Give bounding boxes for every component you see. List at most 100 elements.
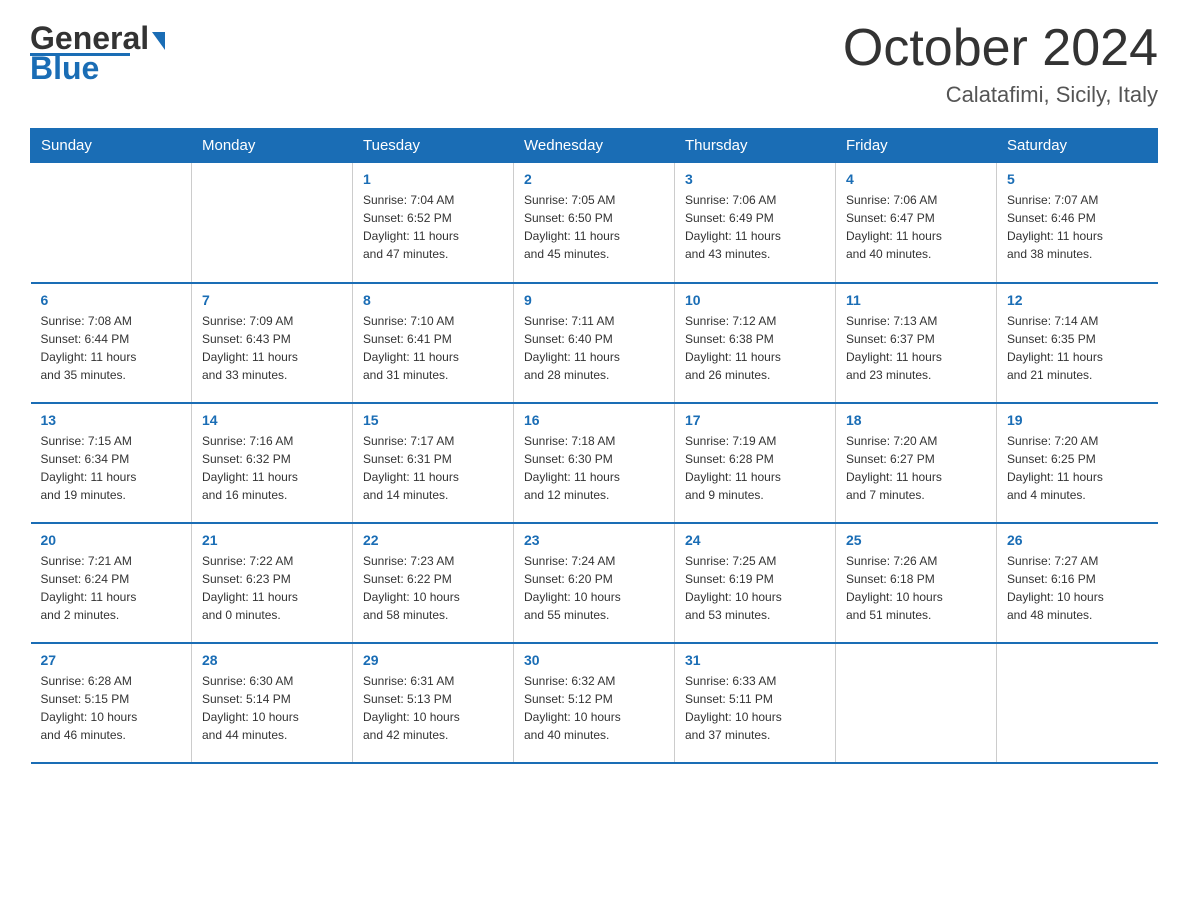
calendar-cell: 22 Sunrise: 7:23 AM Sunset: 6:22 PM Dayli… [353, 523, 514, 643]
day-info: Sunrise: 7:12 AM Sunset: 6:38 PM Dayligh… [685, 312, 825, 384]
day-info: Sunrise: 7:08 AM Sunset: 6:44 PM Dayligh… [41, 312, 182, 384]
calendar-cell: 23Sunrise: 7:24 AM Sunset: 6:20 PM Dayli… [514, 523, 675, 643]
calendar-cell: 27 Sunrise: 6:28 AM Sunset: 5:15 PM Dayli… [31, 643, 192, 763]
day-info: Sunrise: 7:23 AM Sunset: 6:22 PM Dayligh… [363, 552, 503, 624]
day-info: Sunrise: 7:16 AM Sunset: 6:32 PM Dayligh… [202, 432, 342, 504]
calendar-cell: 10 Sunrise: 7:12 AM Sunset: 6:38 PM Dayli… [675, 283, 836, 403]
calendar-cell: 9 Sunrise: 7:11 AM Sunset: 6:40 PM Daylig… [514, 283, 675, 403]
day-number: 30 [524, 652, 664, 668]
calendar-cell [997, 643, 1158, 763]
day-number: 3 [685, 171, 825, 187]
day-number: 1 [363, 171, 503, 187]
day-info: Sunrise: 7:04 AM Sunset: 6:52 PM Dayligh… [363, 191, 503, 263]
day-info: Sunrise: 7:11 AM Sunset: 6:40 PM Dayligh… [524, 312, 664, 384]
day-info: Sunrise: 7:15 AM Sunset: 6:34 PM Dayligh… [41, 432, 182, 504]
calendar-cell [192, 163, 353, 283]
calendar-cell: 11 Sunrise: 7:13 AM Sunset: 6:37 PM Dayli… [836, 283, 997, 403]
day-number: 10 [685, 292, 825, 308]
day-info: Sunrise: 7:14 AM Sunset: 6:35 PM Dayligh… [1007, 312, 1148, 384]
day-info: Sunrise: 7:13 AM Sunset: 6:37 PM Dayligh… [846, 312, 986, 384]
calendar-cell: 2Sunrise: 7:05 AM Sunset: 6:50 PM Daylig… [514, 163, 675, 283]
day-info: Sunrise: 7:17 AM Sunset: 6:31 PM Dayligh… [363, 432, 503, 504]
logo-blue-text: Blue [30, 50, 99, 87]
day-number: 18 [846, 412, 986, 428]
day-number: 2 [524, 171, 664, 187]
day-number: 25 [846, 532, 986, 548]
day-info: Sunrise: 7:07 AM Sunset: 6:46 PM Dayligh… [1007, 191, 1148, 263]
calendar-cell: 19 Sunrise: 7:20 AM Sunset: 6:25 PM Dayli… [997, 403, 1158, 523]
day-info: Sunrise: 6:28 AM Sunset: 5:15 PM Dayligh… [41, 672, 182, 744]
day-info: Sunrise: 7:18 AM Sunset: 6:30 PM Dayligh… [524, 432, 664, 504]
day-info: Sunrise: 6:31 AM Sunset: 5:13 PM Dayligh… [363, 672, 503, 744]
day-number: 19 [1007, 412, 1148, 428]
day-number: 5 [1007, 171, 1148, 187]
calendar-cell [31, 163, 192, 283]
weekday-header-wednesday: Wednesday [514, 129, 675, 163]
calendar-cell: 20Sunrise: 7:21 AM Sunset: 6:24 PM Dayli… [31, 523, 192, 643]
calendar-table: SundayMondayTuesdayWednesdayThursdayFrid… [30, 128, 1158, 764]
location-title: Calatafimi, Sicily, Italy [843, 82, 1158, 108]
calendar-cell: 5 Sunrise: 7:07 AM Sunset: 6:46 PM Daylig… [997, 163, 1158, 283]
calendar-cell [836, 643, 997, 763]
day-number: 22 [363, 532, 503, 548]
day-number: 24 [685, 532, 825, 548]
day-number: 8 [363, 292, 503, 308]
day-info: Sunrise: 7:21 AM Sunset: 6:24 PM Dayligh… [41, 552, 182, 624]
day-info: Sunrise: 7:20 AM Sunset: 6:25 PM Dayligh… [1007, 432, 1148, 504]
calendar-cell: 3 Sunrise: 7:06 AM Sunset: 6:49 PM Daylig… [675, 163, 836, 283]
day-number: 13 [41, 412, 182, 428]
day-number: 12 [1007, 292, 1148, 308]
calendar-cell: 28Sunrise: 6:30 AM Sunset: 5:14 PM Dayli… [192, 643, 353, 763]
calendar-cell: 29 Sunrise: 6:31 AM Sunset: 5:13 PM Dayli… [353, 643, 514, 763]
day-number: 17 [685, 412, 825, 428]
day-number: 29 [363, 652, 503, 668]
day-info: Sunrise: 7:25 AM Sunset: 6:19 PM Dayligh… [685, 552, 825, 624]
day-number: 15 [363, 412, 503, 428]
month-title: October 2024 [843, 20, 1158, 77]
weekday-header-saturday: Saturday [997, 129, 1158, 163]
calendar-cell: 30 Sunrise: 6:32 AM Sunset: 5:12 PM Dayli… [514, 643, 675, 763]
day-number: 21 [202, 532, 342, 548]
calendar-cell: 25 Sunrise: 7:26 AM Sunset: 6:18 PM Dayli… [836, 523, 997, 643]
day-number: 6 [41, 292, 182, 308]
weekday-header-sunday: Sunday [31, 129, 192, 163]
day-number: 16 [524, 412, 664, 428]
day-info: Sunrise: 7:22 AM Sunset: 6:23 PM Dayligh… [202, 552, 342, 624]
day-number: 23 [524, 532, 664, 548]
day-info: Sunrise: 6:30 AM Sunset: 5:14 PM Dayligh… [202, 672, 342, 744]
weekday-header-tuesday: Tuesday [353, 129, 514, 163]
calendar-cell: 13 Sunrise: 7:15 AM Sunset: 6:34 PM Dayli… [31, 403, 192, 523]
weekday-header-friday: Friday [836, 129, 997, 163]
calendar-cell: 15 Sunrise: 7:17 AM Sunset: 6:31 PM Dayli… [353, 403, 514, 523]
day-number: 27 [41, 652, 182, 668]
calendar-cell: 18 Sunrise: 7:20 AM Sunset: 6:27 PM Dayli… [836, 403, 997, 523]
calendar-cell: 24 Sunrise: 7:25 AM Sunset: 6:19 PM Dayli… [675, 523, 836, 643]
logo-triangle-icon [152, 32, 165, 50]
day-info: Sunrise: 7:06 AM Sunset: 6:49 PM Dayligh… [685, 191, 825, 263]
day-number: 14 [202, 412, 342, 428]
day-info: Sunrise: 7:09 AM Sunset: 6:43 PM Dayligh… [202, 312, 342, 384]
day-number: 4 [846, 171, 986, 187]
day-info: Sunrise: 7:20 AM Sunset: 6:27 PM Dayligh… [846, 432, 986, 504]
calendar-week-row: 1 Sunrise: 7:04 AM Sunset: 6:52 PM Daylig… [31, 163, 1158, 283]
day-number: 31 [685, 652, 825, 668]
day-number: 11 [846, 292, 986, 308]
calendar-cell: 14 Sunrise: 7:16 AM Sunset: 6:32 PM Dayli… [192, 403, 353, 523]
day-info: Sunrise: 7:10 AM Sunset: 6:41 PM Dayligh… [363, 312, 503, 384]
calendar-week-row: 6 Sunrise: 7:08 AM Sunset: 6:44 PM Daylig… [31, 283, 1158, 403]
logo: General Blue [30, 20, 165, 87]
calendar-cell: 4Sunrise: 7:06 AM Sunset: 6:47 PM Daylig… [836, 163, 997, 283]
day-number: 7 [202, 292, 342, 308]
day-number: 26 [1007, 532, 1148, 548]
calendar-cell: 16 Sunrise: 7:18 AM Sunset: 6:30 PM Dayli… [514, 403, 675, 523]
calendar-week-row: 20Sunrise: 7:21 AM Sunset: 6:24 PM Dayli… [31, 523, 1158, 643]
day-info: Sunrise: 7:26 AM Sunset: 6:18 PM Dayligh… [846, 552, 986, 624]
weekday-header-thursday: Thursday [675, 129, 836, 163]
calendar-cell: 31Sunrise: 6:33 AM Sunset: 5:11 PM Dayli… [675, 643, 836, 763]
weekday-header-monday: Monday [192, 129, 353, 163]
day-info: Sunrise: 6:32 AM Sunset: 5:12 PM Dayligh… [524, 672, 664, 744]
day-info: Sunrise: 7:27 AM Sunset: 6:16 PM Dayligh… [1007, 552, 1148, 624]
day-info: Sunrise: 7:19 AM Sunset: 6:28 PM Dayligh… [685, 432, 825, 504]
day-number: 9 [524, 292, 664, 308]
calendar-cell: 1 Sunrise: 7:04 AM Sunset: 6:52 PM Daylig… [353, 163, 514, 283]
